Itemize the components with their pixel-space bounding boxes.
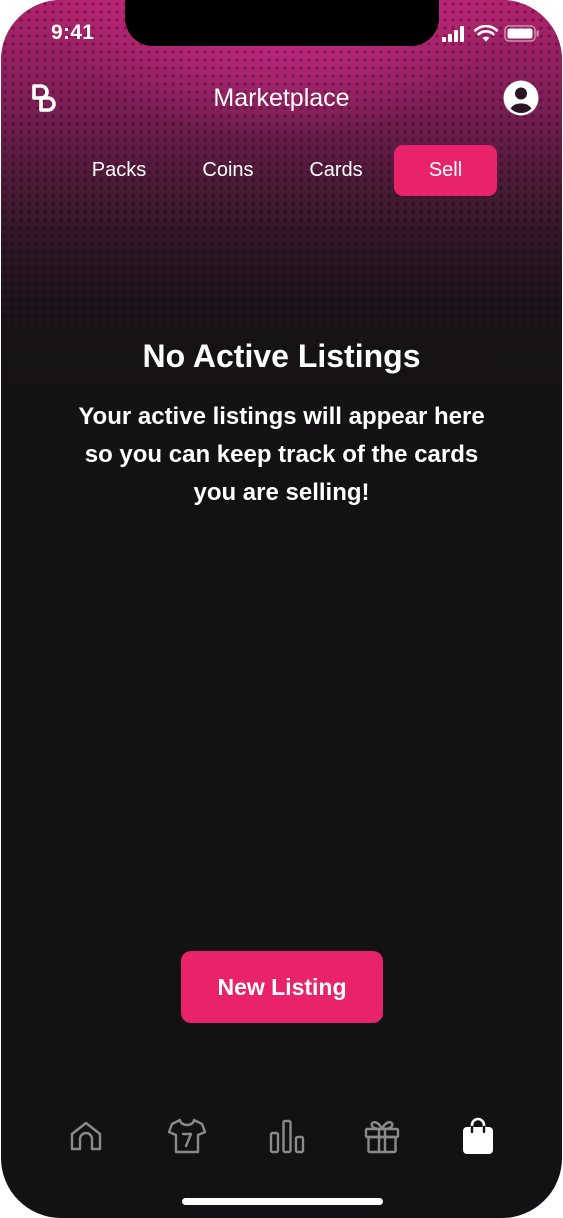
marketplace-tabs: Packs Coins Cards Sell xyxy=(1,145,562,196)
tab-packs[interactable]: Packs xyxy=(73,145,165,196)
home-icon xyxy=(68,1118,104,1159)
page-title: Marketplace xyxy=(213,84,350,112)
gift-icon xyxy=(363,1117,401,1160)
home-indicator[interactable] xyxy=(182,1198,383,1205)
bar-chart-icon xyxy=(268,1118,306,1159)
jersey-icon xyxy=(167,1117,207,1160)
device-notch xyxy=(125,0,439,46)
bottom-tab-bar xyxy=(1,1116,562,1160)
battery-icon xyxy=(504,25,540,47)
tabbar-collection[interactable] xyxy=(165,1116,209,1160)
tabbar-rewards[interactable] xyxy=(360,1116,404,1160)
tab-sell[interactable]: Sell xyxy=(394,145,497,196)
tabbar-leaderboard[interactable] xyxy=(265,1116,309,1160)
empty-state-title: No Active Listings xyxy=(142,338,421,374)
wifi-icon xyxy=(473,24,499,47)
tabbar-home[interactable] xyxy=(64,1116,108,1160)
new-listing-button[interactable]: New Listing xyxy=(181,951,383,1023)
cellular-signal-icon xyxy=(442,25,468,47)
profile-icon[interactable] xyxy=(503,80,539,116)
empty-state-message: Your active listings will appear here so… xyxy=(78,403,485,506)
tab-cards[interactable]: Cards xyxy=(290,145,382,196)
shopping-bag-icon xyxy=(460,1117,496,1160)
phone-screen: 9:41 Marketplace Packs Coins Cards Sell … xyxy=(1,0,562,1218)
status-icons xyxy=(442,24,540,47)
tab-coins[interactable]: Coins xyxy=(182,145,274,196)
status-time: 9:41 xyxy=(51,21,95,44)
tabbar-marketplace[interactable] xyxy=(456,1116,500,1160)
